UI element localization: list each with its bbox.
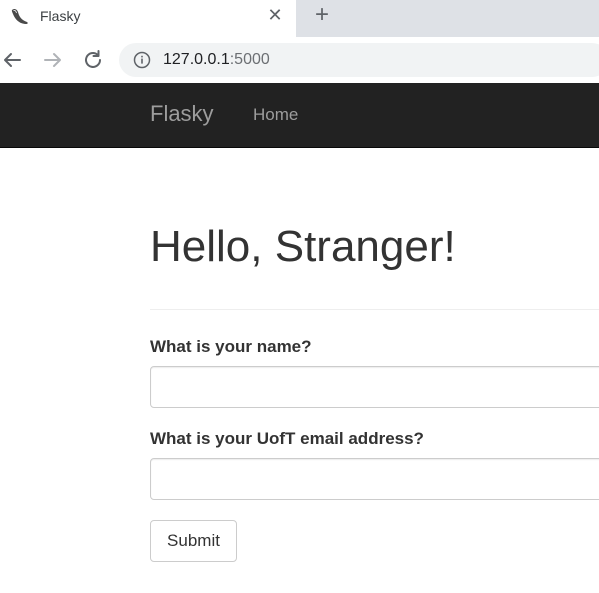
url-text: 127.0.0.1:5000 [163,51,270,69]
nav-link-home[interactable]: Home [253,105,298,125]
name-field-label: What is your name? [150,337,312,356]
address-bar[interactable]: 127.0.0.1:5000 [119,43,599,77]
header-divider [150,309,599,310]
navbar-brand[interactable]: Flasky [150,101,214,127]
name-input[interactable] [150,366,599,408]
site-navbar: Flasky Home [0,83,599,148]
flask-horn-icon [11,8,28,24]
arrow-left-icon[interactable] [0,48,24,72]
new-tab-icon[interactable]: + [309,2,335,28]
url-host: 127.0.0.1 [163,51,230,68]
url-port: :5000 [229,51,270,68]
email-input[interactable] [150,458,599,500]
close-tab-icon[interactable]: ✕ [264,4,286,26]
browser-toolbar: 127.0.0.1:5000 [0,37,599,83]
browser-tab-strip: Flasky ✕ + [0,0,599,37]
page-title: Hello, Stranger! [150,222,456,271]
browser-tab[interactable]: Flasky ✕ [0,0,296,37]
email-field-label: What is your UofT email address? [150,429,424,448]
tab-title: Flasky [40,8,81,24]
submit-button[interactable]: Submit [150,520,237,562]
info-icon[interactable] [133,51,151,69]
reload-icon[interactable] [81,48,105,72]
arrow-right-icon[interactable] [41,48,65,72]
